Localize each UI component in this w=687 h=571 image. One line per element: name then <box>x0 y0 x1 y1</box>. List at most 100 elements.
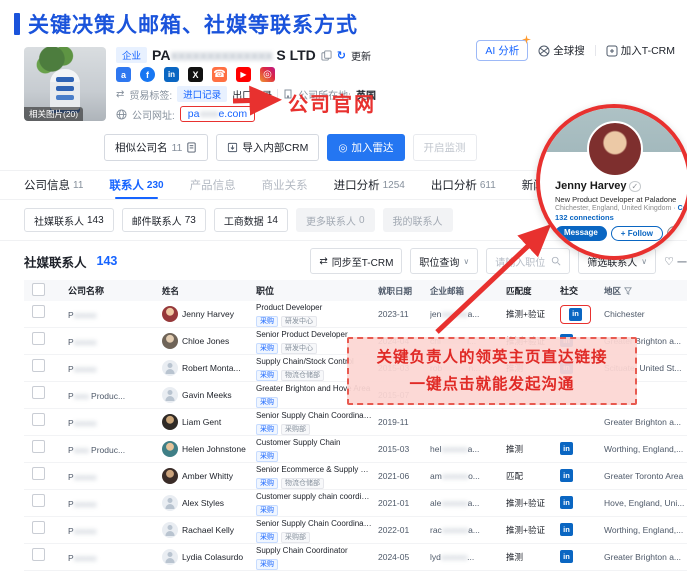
contact-name[interactable]: Alex Styles <box>182 498 224 508</box>
sparkle-icon <box>522 35 531 44</box>
row-checkbox[interactable] <box>32 386 45 399</box>
ai-analysis-button[interactable]: AI 分析 <box>476 40 528 61</box>
position: Senior Supply Chain Coordinator <box>256 519 372 529</box>
follow-button[interactable]: + Follow <box>611 226 663 241</box>
region: Chichester <box>604 301 687 328</box>
table-header-row: 公司名称姓名职位就职日期企业邮箱匹配度社交地区补充邮箱 1 <box>24 280 687 301</box>
tab-label: 出口分析 <box>431 177 477 193</box>
row-checkbox[interactable] <box>32 332 45 345</box>
role-tag: 采购 <box>256 397 278 408</box>
row-checkbox[interactable] <box>32 413 45 426</box>
contact-name[interactable]: Amber Whitty <box>182 471 233 481</box>
contact-name[interactable]: Helen Johnstone <box>182 444 246 454</box>
company-image[interactable]: 相关图片(20) <box>24 47 106 121</box>
chevron-down-icon: ∨ <box>641 257 647 266</box>
instagram-icon[interactable]: ◎ <box>260 67 275 82</box>
row-checkbox[interactable] <box>32 359 45 372</box>
department-tag: 采购部 <box>281 424 310 435</box>
linkedin-icon[interactable]: in <box>569 308 582 321</box>
favorite-button[interactable]: ♡ 一 <box>664 254 687 269</box>
match-level: 推测 <box>506 436 560 463</box>
linkedin-icon[interactable]: in <box>560 469 573 482</box>
tab-商业关系[interactable]: 商业关系 <box>262 171 308 199</box>
company-email: amxxxxxxxo... <box>430 463 506 490</box>
tab-label: 商业关系 <box>262 177 308 193</box>
row-checkbox[interactable] <box>32 548 45 561</box>
contact-name[interactable]: Liam Gent <box>182 417 221 427</box>
tab-count: 230 <box>147 180 164 191</box>
tab-公司信息[interactable]: 公司信息11 <box>24 171 83 199</box>
linkedin-icon[interactable]: in <box>560 496 573 509</box>
global-search-button[interactable]: 全球搜 <box>538 43 585 58</box>
contact-info-link[interactable]: Contact info <box>678 205 687 212</box>
x-icon[interactable]: X <box>188 67 203 82</box>
globe-icon <box>116 109 127 120</box>
contact-avatar <box>162 468 178 484</box>
import-records-tag[interactable]: 进口记录 <box>177 86 227 102</box>
chip-更多联系人[interactable]: 更多联系人0 <box>296 208 375 232</box>
facebook-icon[interactable]: f <box>140 67 155 82</box>
start-date: 2024-05 <box>378 544 430 571</box>
enable-monitor-button[interactable]: 开启监测 <box>413 134 477 161</box>
job-query-select[interactable]: 职位查询 ∨ <box>410 248 478 274</box>
contact-name[interactable]: Gavin Meeks <box>182 390 232 400</box>
row-checkbox[interactable] <box>32 440 45 453</box>
column-header: 匹配度 <box>506 280 560 301</box>
company-website-link[interactable]: paxxxxe.com <box>180 106 255 122</box>
select-all-checkbox[interactable] <box>32 283 45 296</box>
job-search-input[interactable]: 请输入职位 <box>486 248 570 274</box>
sync-tcrm-button[interactable]: ⇄ 同步至T-CRM <box>310 248 402 274</box>
join-radar-button[interactable]: ◎ 加入雷达 <box>327 134 404 161</box>
column-header: 社交 <box>560 280 604 301</box>
tab-产品信息[interactable]: 产品信息 <box>190 171 236 199</box>
linkedin-icon[interactable]: in <box>560 523 573 536</box>
update-label[interactable]: 更新 <box>351 48 371 63</box>
import-crm-button[interactable]: 导入内部CRM <box>216 134 319 161</box>
youtube-icon[interactable]: ▶ <box>236 67 251 82</box>
social-cell: in <box>560 436 604 463</box>
company-name-cell: Pxxxxxx <box>68 364 96 374</box>
tab-出口分析[interactable]: 出口分析611 <box>431 171 496 199</box>
contact-name[interactable]: Chloe Jones <box>182 336 229 346</box>
copy-icon[interactable] <box>321 50 332 61</box>
position: Supply Chain Coordinator <box>256 546 372 556</box>
linkedin-icon[interactable]: in <box>560 550 573 563</box>
chevron-down-icon: ∨ <box>463 257 469 266</box>
contact-name[interactable]: Rachael Kelly <box>182 525 234 535</box>
row-checkbox[interactable] <box>32 467 45 480</box>
tab-联系人[interactable]: 联系人230 <box>109 171 163 199</box>
chip-邮件联系人[interactable]: 邮件联系人73 <box>122 208 206 232</box>
message-button[interactable]: Message <box>555 226 607 241</box>
department-tag: 物流仓储部 <box>281 370 324 381</box>
social-cell: in <box>560 517 604 544</box>
company-email: jenxxxxxxxa... <box>430 301 506 328</box>
role-tag: 采购 <box>256 370 278 381</box>
similar-companies-button[interactable]: 相似公司名 11 <box>104 134 208 161</box>
row-checkbox[interactable] <box>32 305 45 318</box>
linkedin-icon[interactable]: in <box>164 67 179 82</box>
region: Greater Toronto Area <box>604 463 687 490</box>
social-cell: in <box>560 490 604 517</box>
row-checkbox[interactable] <box>32 494 45 507</box>
join-tcrm-button[interactable]: 加入T-CRM <box>606 43 675 58</box>
contact-name[interactable]: Robert Monta... <box>182 363 241 373</box>
chip-我的联系人[interactable]: 我的联系人 <box>383 208 453 232</box>
linkedin-icon[interactable]: in <box>560 442 573 455</box>
company-name-cell: Pxxxxxx <box>68 337 96 347</box>
contact-avatar <box>162 549 178 565</box>
tab-进口分析[interactable]: 进口分析1254 <box>334 171 405 199</box>
contact-name[interactable]: Jenny Harvey <box>182 309 234 319</box>
export-records-link[interactable]: 出口记录 <box>232 87 272 102</box>
column-header: 就职日期 <box>378 280 430 301</box>
chip-社媒联系人[interactable]: 社媒联系人143 <box>24 208 114 232</box>
contact-name[interactable]: Lydia Colasurdo <box>182 552 243 562</box>
amazon-icon[interactable]: a <box>116 67 131 82</box>
contact-avatar <box>162 333 178 349</box>
page-header: 关键决策人邮箱、社媒等联系方式 <box>0 0 687 43</box>
company-email: lydxxxxxxx... <box>430 544 506 571</box>
chip-工商数据[interactable]: 工商数据14 <box>214 208 288 232</box>
phone-icon[interactable]: ☎ <box>212 67 227 82</box>
role-tag: 采购 <box>256 424 278 435</box>
filter-funnel-icon[interactable] <box>624 287 632 295</box>
refresh-icon[interactable]: ↻ <box>337 49 346 62</box>
